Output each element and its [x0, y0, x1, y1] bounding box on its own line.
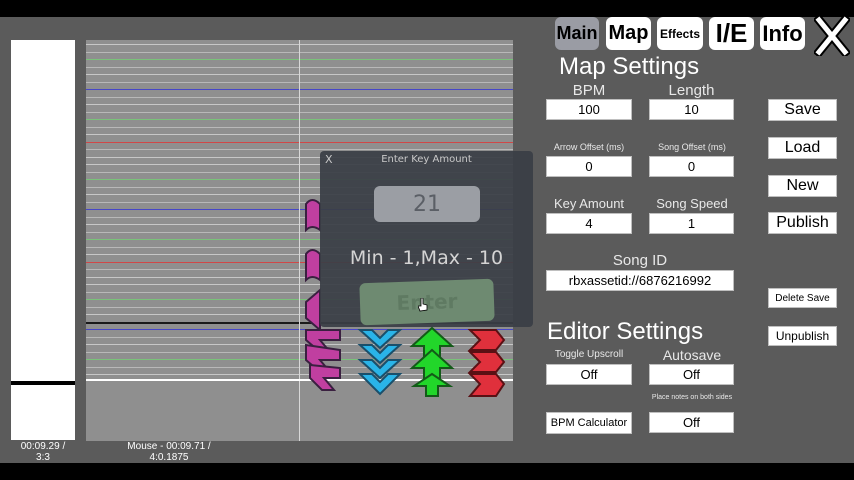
tab-map[interactable]: Map: [606, 17, 651, 50]
toggle-upscroll-button[interactable]: Off: [546, 364, 632, 385]
unpublish-button[interactable]: Unpublish: [768, 326, 837, 346]
save-button[interactable]: Save: [768, 99, 837, 121]
key-amount-label: Key Amount: [553, 196, 625, 211]
key-range-hint: Min - 1,Max - 10: [349, 247, 504, 269]
song-time: 00:09.29 /3:3: [20, 441, 66, 463]
arrow-offset-input[interactable]: 0: [546, 156, 632, 177]
tab-main[interactable]: Main: [555, 17, 599, 50]
delete-save-button[interactable]: Delete Save: [768, 288, 837, 308]
autosave-button[interactable]: Off: [649, 364, 734, 385]
length-label: Length: [668, 82, 715, 99]
song-progress-track[interactable]: [11, 40, 75, 381]
song-speed-label: Song Speed: [656, 196, 728, 211]
place-notes-both-button[interactable]: Off: [649, 412, 734, 433]
load-button[interactable]: Load: [768, 137, 837, 159]
song-id-input[interactable]: rbxassetid://6876216992: [546, 270, 734, 291]
tab-info[interactable]: Info: [760, 17, 805, 50]
map-settings-title: Map Settings: [559, 53, 700, 80]
song-id-label: Song ID: [612, 252, 668, 269]
song-speed-input[interactable]: 1: [649, 213, 734, 234]
autosave-label: Autosave: [662, 347, 722, 363]
song-offset-input[interactable]: 0: [649, 156, 734, 177]
bpm-input[interactable]: 100: [546, 99, 632, 120]
length-input[interactable]: 10: [649, 99, 734, 120]
dialog-title: Enter Key Amount: [381, 154, 472, 165]
song-offset-label: Song Offset (ms): [658, 142, 726, 152]
key-amount-input[interactable]: 21: [374, 186, 480, 222]
bpm-calculator-button[interactable]: BPM Calculator: [546, 412, 632, 434]
cursor-icon: [418, 298, 428, 312]
bpm-label: BPM: [572, 82, 606, 99]
progress-marker: [11, 381, 75, 385]
up-arrow-column: [409, 326, 455, 397]
arrow-offset-label: Arrow Offset (ms): [553, 142, 625, 152]
toggle-upscroll-label: Toggle Upscroll: [554, 349, 624, 360]
place-notes-both-label: Place notes on both sides: [651, 394, 733, 401]
tab-effects[interactable]: Effects: [657, 17, 703, 50]
editor-settings-title: Editor Settings: [547, 318, 704, 345]
key-amount-field[interactable]: 4: [546, 213, 632, 234]
tab-import-export[interactable]: I/E: [709, 17, 754, 50]
song-progress-bottom: [11, 385, 75, 440]
new-button[interactable]: New: [768, 175, 837, 197]
down-arrow-column: [357, 329, 403, 396]
right-arrow-column: [467, 329, 506, 397]
mouse-time: Mouse - 00:09.71 /4:0.1875: [127, 441, 211, 463]
close-x-icon[interactable]: [812, 13, 852, 59]
publish-button[interactable]: Publish: [768, 212, 837, 234]
